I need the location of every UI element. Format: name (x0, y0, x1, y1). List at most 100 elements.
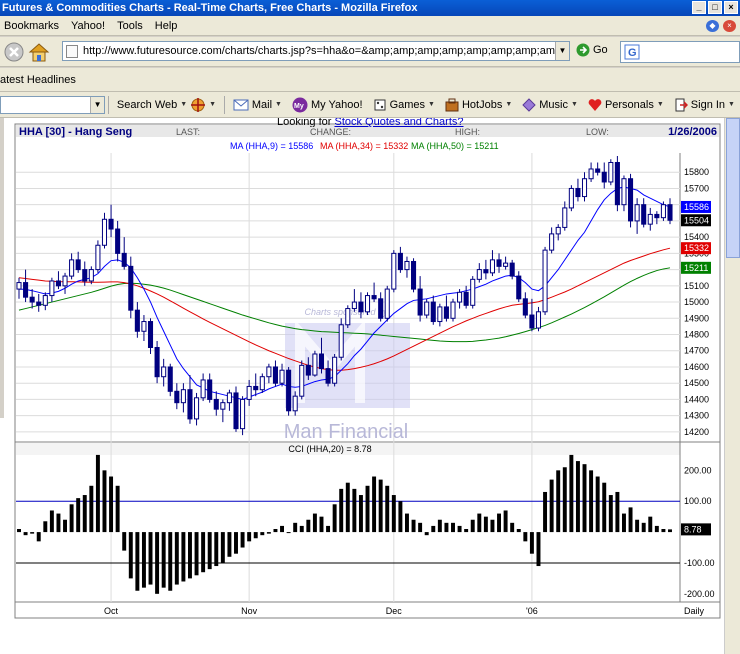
minimize-button[interactable]: _ (692, 1, 706, 14)
cci-bar (339, 488, 344, 533)
candle-down (522, 298, 528, 316)
yahoo-search-input[interactable]: ▼ (0, 95, 106, 114)
cci-bar (503, 510, 508, 533)
x-tick-label: Nov (241, 606, 258, 616)
candle-up (16, 282, 22, 290)
vertical-scrollbar[interactable] (724, 118, 740, 654)
price-tick-label: 15400 (684, 232, 709, 242)
candle-down (509, 262, 515, 277)
cci-bar (161, 532, 166, 588)
candle-down (29, 296, 35, 303)
candle-down (641, 204, 647, 225)
candle-up (588, 168, 594, 180)
candle-up (240, 398, 246, 430)
cci-bar (220, 532, 225, 563)
stock-quotes-link[interactable]: Stock Quotes and Charts? (334, 118, 463, 127)
cci-bar (549, 479, 554, 533)
search-web-button[interactable]: Search Web ▼ ▼ (112, 97, 221, 113)
cci-bar (247, 532, 252, 542)
cci-bar (227, 532, 232, 557)
go-button[interactable]: Go (576, 43, 608, 57)
google-icon: G (624, 44, 640, 60)
music-button[interactable]: Music ▼ (517, 97, 583, 112)
cci-bar (168, 532, 173, 591)
restore-icon[interactable]: ◆ (706, 19, 719, 32)
cci-bar (30, 532, 35, 534)
mail-label: Mail (251, 98, 273, 111)
candle-up (299, 364, 305, 397)
stop-button[interactable] (3, 41, 25, 63)
cci-bar (260, 532, 265, 536)
cci-bar (595, 476, 600, 533)
candle-down (378, 298, 384, 319)
close-tab-icon[interactable]: × (723, 19, 736, 32)
cci-bar (424, 532, 429, 536)
personals-button[interactable]: Personals ▼ (583, 98, 669, 112)
mail-button[interactable]: Mail ▼ (228, 99, 287, 111)
yahoo-search-dropdown[interactable]: ▼ (90, 96, 105, 113)
cci-bar (536, 532, 541, 567)
chart-date: 1/26/2006 (668, 126, 717, 138)
candle-down (213, 398, 219, 410)
candle-up (457, 291, 463, 303)
menu-item-bookmarks[interactable]: Bookmarks (0, 20, 67, 32)
cci-bar (543, 491, 548, 533)
cci-bar (286, 532, 291, 534)
sign-in-button[interactable]: Sign In ▼ (669, 98, 740, 112)
cci-bar (115, 485, 120, 533)
candle-down (463, 291, 469, 306)
candle-down (411, 260, 417, 290)
candle-up (489, 259, 495, 274)
candle-up (194, 397, 200, 420)
cci-bar (648, 516, 653, 533)
cci-bar (23, 532, 28, 536)
candle-down (187, 389, 193, 420)
cci-bar (621, 513, 626, 533)
search-engine-box[interactable]: G (620, 41, 740, 63)
bookmarks-toolbar: atest Headlines (0, 68, 740, 92)
cci-bar (187, 532, 192, 579)
url-dropdown-button[interactable]: ▼ (555, 42, 569, 60)
close-window-button[interactable]: × (724, 1, 738, 14)
candle-down (483, 269, 489, 274)
cci-bar (385, 485, 390, 533)
cci-bar (602, 482, 607, 533)
hotjobs-button[interactable]: HotJobs ▼ (440, 98, 517, 112)
cci-bar (470, 519, 475, 533)
candle-up (88, 269, 94, 282)
svg-text:My: My (294, 103, 304, 110)
price-tick-label: 14600 (684, 362, 709, 372)
price-tick-label: 14500 (684, 378, 709, 388)
candle-down (174, 390, 180, 404)
cci-bar (628, 507, 633, 533)
menu-item-tools[interactable]: Tools (113, 20, 151, 32)
my-yahoo-button[interactable]: My My Yahoo! (287, 97, 368, 113)
menu-item-yahoo[interactable]: Yahoo! (67, 20, 113, 32)
cci-bar (641, 522, 646, 533)
cci-bar (510, 522, 515, 533)
bookmark-latest-headlines[interactable]: atest Headlines (0, 74, 76, 86)
candle-up (338, 324, 344, 358)
scrollbar-thumb[interactable] (726, 118, 740, 258)
menu-item-help[interactable]: Help (151, 20, 186, 32)
maximize-button[interactable]: □ (708, 1, 722, 14)
cci-bar (89, 485, 94, 533)
games-button[interactable]: Games ▼ (368, 98, 440, 112)
price-badge-label: 15504 (684, 215, 709, 225)
candle-up (95, 244, 101, 271)
cci-bar (569, 454, 574, 533)
cci-bar (457, 525, 462, 533)
home-button[interactable] (28, 41, 50, 63)
cci-bar (332, 504, 337, 533)
candle-up (292, 395, 298, 412)
candle-down (628, 178, 634, 222)
candle-up (555, 226, 561, 235)
price-tick-label: 15700 (684, 183, 709, 193)
cci-bar (102, 470, 107, 533)
cci-bar (358, 495, 363, 533)
candle-up (660, 204, 666, 219)
candle-up (42, 295, 48, 306)
url-bar[interactable]: http://www.futuresource.com/charts/chart… (62, 41, 570, 61)
candle-down (595, 168, 601, 173)
cci-bar (431, 525, 436, 533)
